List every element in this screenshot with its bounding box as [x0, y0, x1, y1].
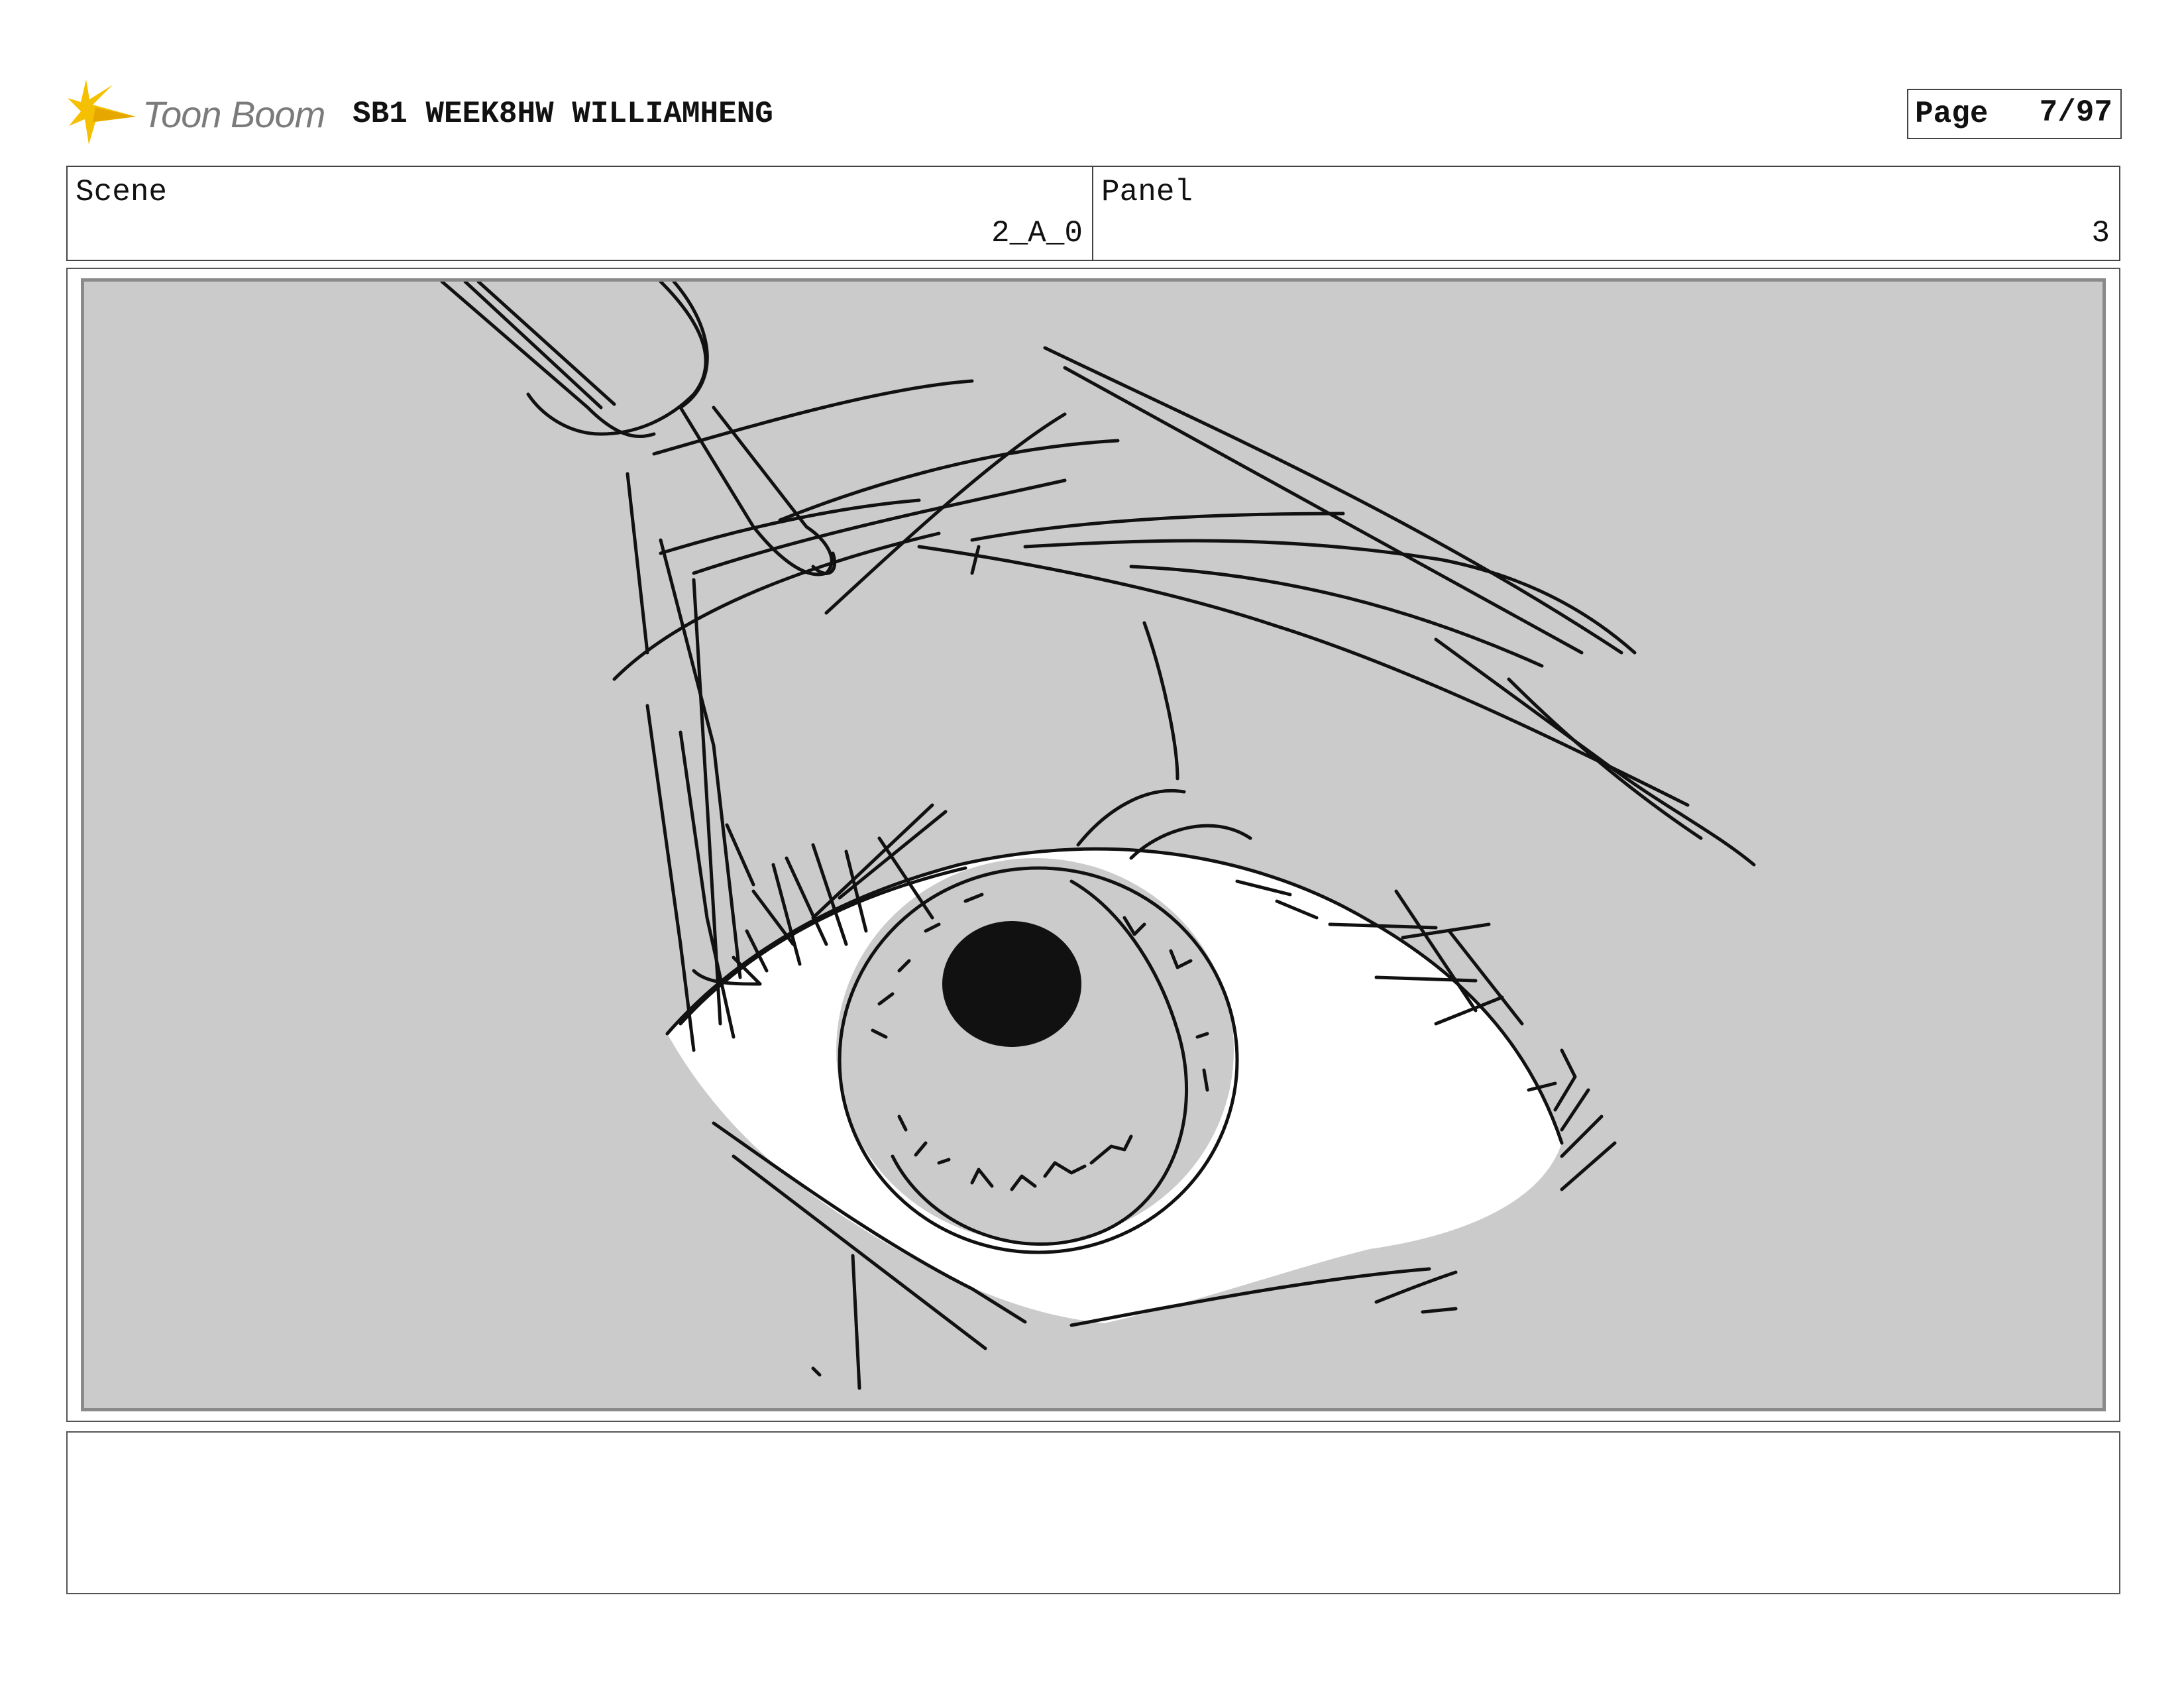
scene-value: 2_A_0: [991, 216, 1083, 250]
page-header: Toon Boom SB1 WEEK8HW WILLIAMHENG Page 7…: [66, 73, 2122, 152]
page-indicator: Page 7/97: [1907, 89, 2122, 139]
storyboard-frame: [66, 268, 2120, 1422]
page-number: 7/97: [2039, 95, 2112, 130]
panel-cell: Panel 3: [1093, 167, 2119, 260]
panel-label: Panel: [1101, 175, 1193, 209]
document-title: SB1 WEEK8HW WILLIAMHENG: [353, 97, 773, 131]
scene-panel-info: Scene 2_A_0 Panel 3: [66, 166, 2120, 261]
page-label: Page: [1915, 97, 1989, 131]
starburst-icon: [68, 80, 136, 144]
panel-drawing: [81, 278, 2106, 1411]
toon-boom-logo: Toon Boom: [66, 78, 345, 151]
panel-value: 3: [2091, 216, 2110, 250]
eye-sketch: [440, 282, 1756, 1390]
panel-notes: [66, 1431, 2120, 1594]
scene-label: Scene: [76, 175, 168, 209]
brand-name: Toon Boom: [142, 93, 325, 135]
scene-cell: Scene 2_A_0: [68, 167, 1093, 260]
